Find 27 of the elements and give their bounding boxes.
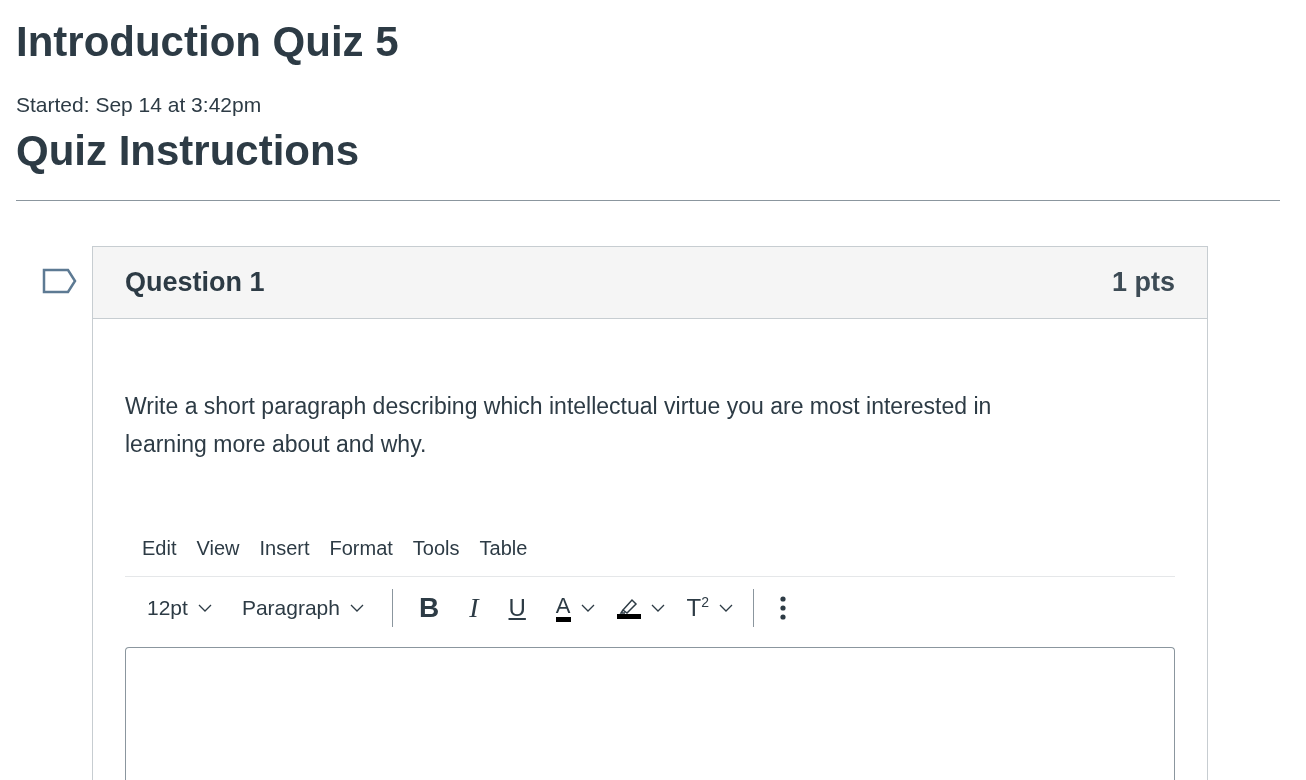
underline-button[interactable]: U [500,590,534,626]
menu-item[interactable]: View [188,533,248,564]
menu-item[interactable]: Tools [404,533,468,564]
chevron-down-icon [650,604,665,612]
instructions-heading: Quiz Instructions [16,126,360,176]
question-text: Write a short paragraph describing which intellectual virtue you are most interested in learning more about and why. [125,392,993,459]
question-title: Question 1 [125,267,265,298]
flag-icon[interactable] [42,268,77,294]
more-icon [780,596,786,620]
bold-button[interactable]: B [410,588,448,628]
menu-item[interactable]: Table [471,533,536,564]
italic-button[interactable]: I [461,588,487,628]
chevron-down-icon [197,604,212,612]
started-time: Started: Sep 14 at 3:42pm [16,92,262,118]
superscript-button[interactable]: T$^{2}$ [678,590,741,626]
chevron-down-icon [349,604,364,612]
dropdown-button[interactable]: 12pt [139,592,220,624]
quiz-title: Introduction Quiz 5 [16,17,400,66]
dropdown-button[interactable]: Paragraph [233,592,372,624]
menu-item[interactable]: Edit [134,533,185,564]
marker-icon [616,597,641,619]
chevron-down-icon [719,604,733,612]
chevron-down-icon [580,604,595,612]
points: 1 pts [1111,267,1175,298]
menu-item[interactable]: Insert [251,533,318,564]
text-color-button[interactable]: A [547,590,603,626]
menu-item[interactable]: Format [321,533,401,564]
